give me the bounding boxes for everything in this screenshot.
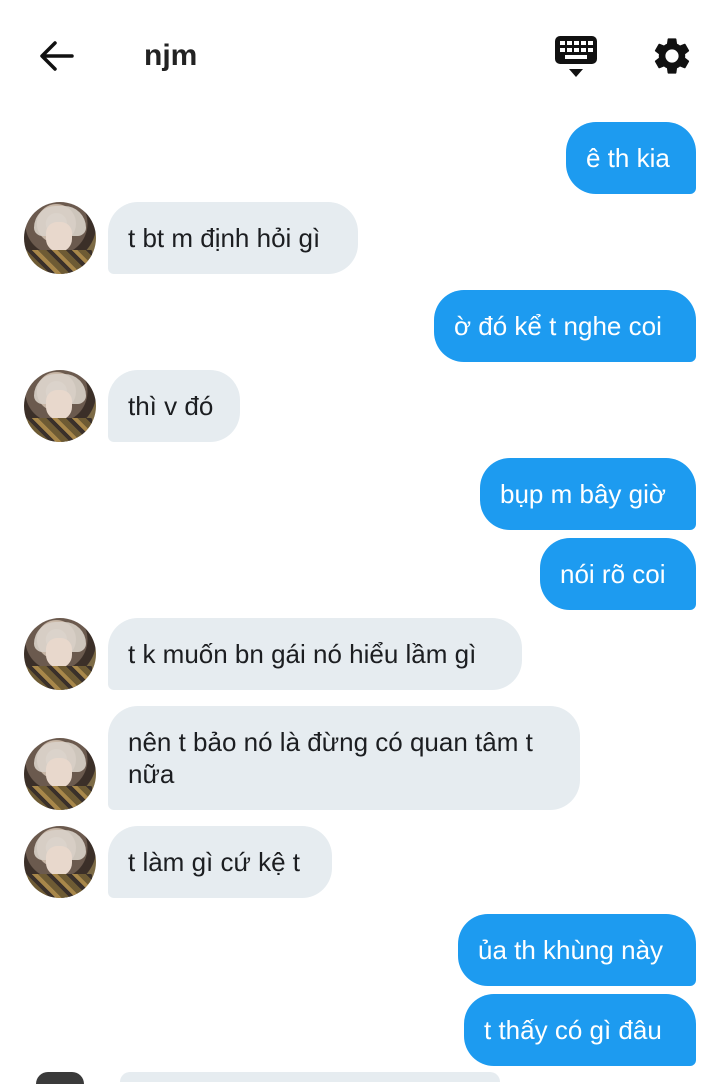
incoming-message[interactable]: t bt m định hỏi gì [108, 202, 358, 274]
outgoing-message[interactable]: nói rõ coi [540, 538, 696, 610]
avatar[interactable] [24, 202, 96, 274]
avatar[interactable] [24, 370, 96, 442]
incoming-message[interactable]: thì v đó [108, 370, 240, 442]
incoming-message[interactable]: nên t bảo nó là đừng có quan tâm t nữa [108, 706, 580, 810]
avatar[interactable] [24, 738, 96, 810]
message-thread[interactable]: ê th kia t bt m định hỏi gì ờ đó kể t ng… [0, 0, 720, 1084]
outgoing-message[interactable]: ê th kia [566, 122, 696, 194]
avatar[interactable] [24, 618, 96, 690]
incoming-message-partial [120, 1072, 500, 1082]
avatar-partial [36, 1072, 84, 1084]
incoming-message[interactable]: t k muốn bn gái nó hiểu lầm gì [108, 618, 522, 690]
avatar[interactable] [24, 826, 96, 898]
outgoing-message[interactable]: t thấy có gì đâu [464, 994, 696, 1066]
incoming-message[interactable]: t làm gì cứ kệ t [108, 826, 332, 898]
outgoing-message[interactable]: bụp m bây giờ [480, 458, 696, 530]
outgoing-message[interactable]: ờ đó kể t nghe coi [434, 290, 696, 362]
outgoing-message[interactable]: ủa th khùng này [458, 914, 696, 986]
